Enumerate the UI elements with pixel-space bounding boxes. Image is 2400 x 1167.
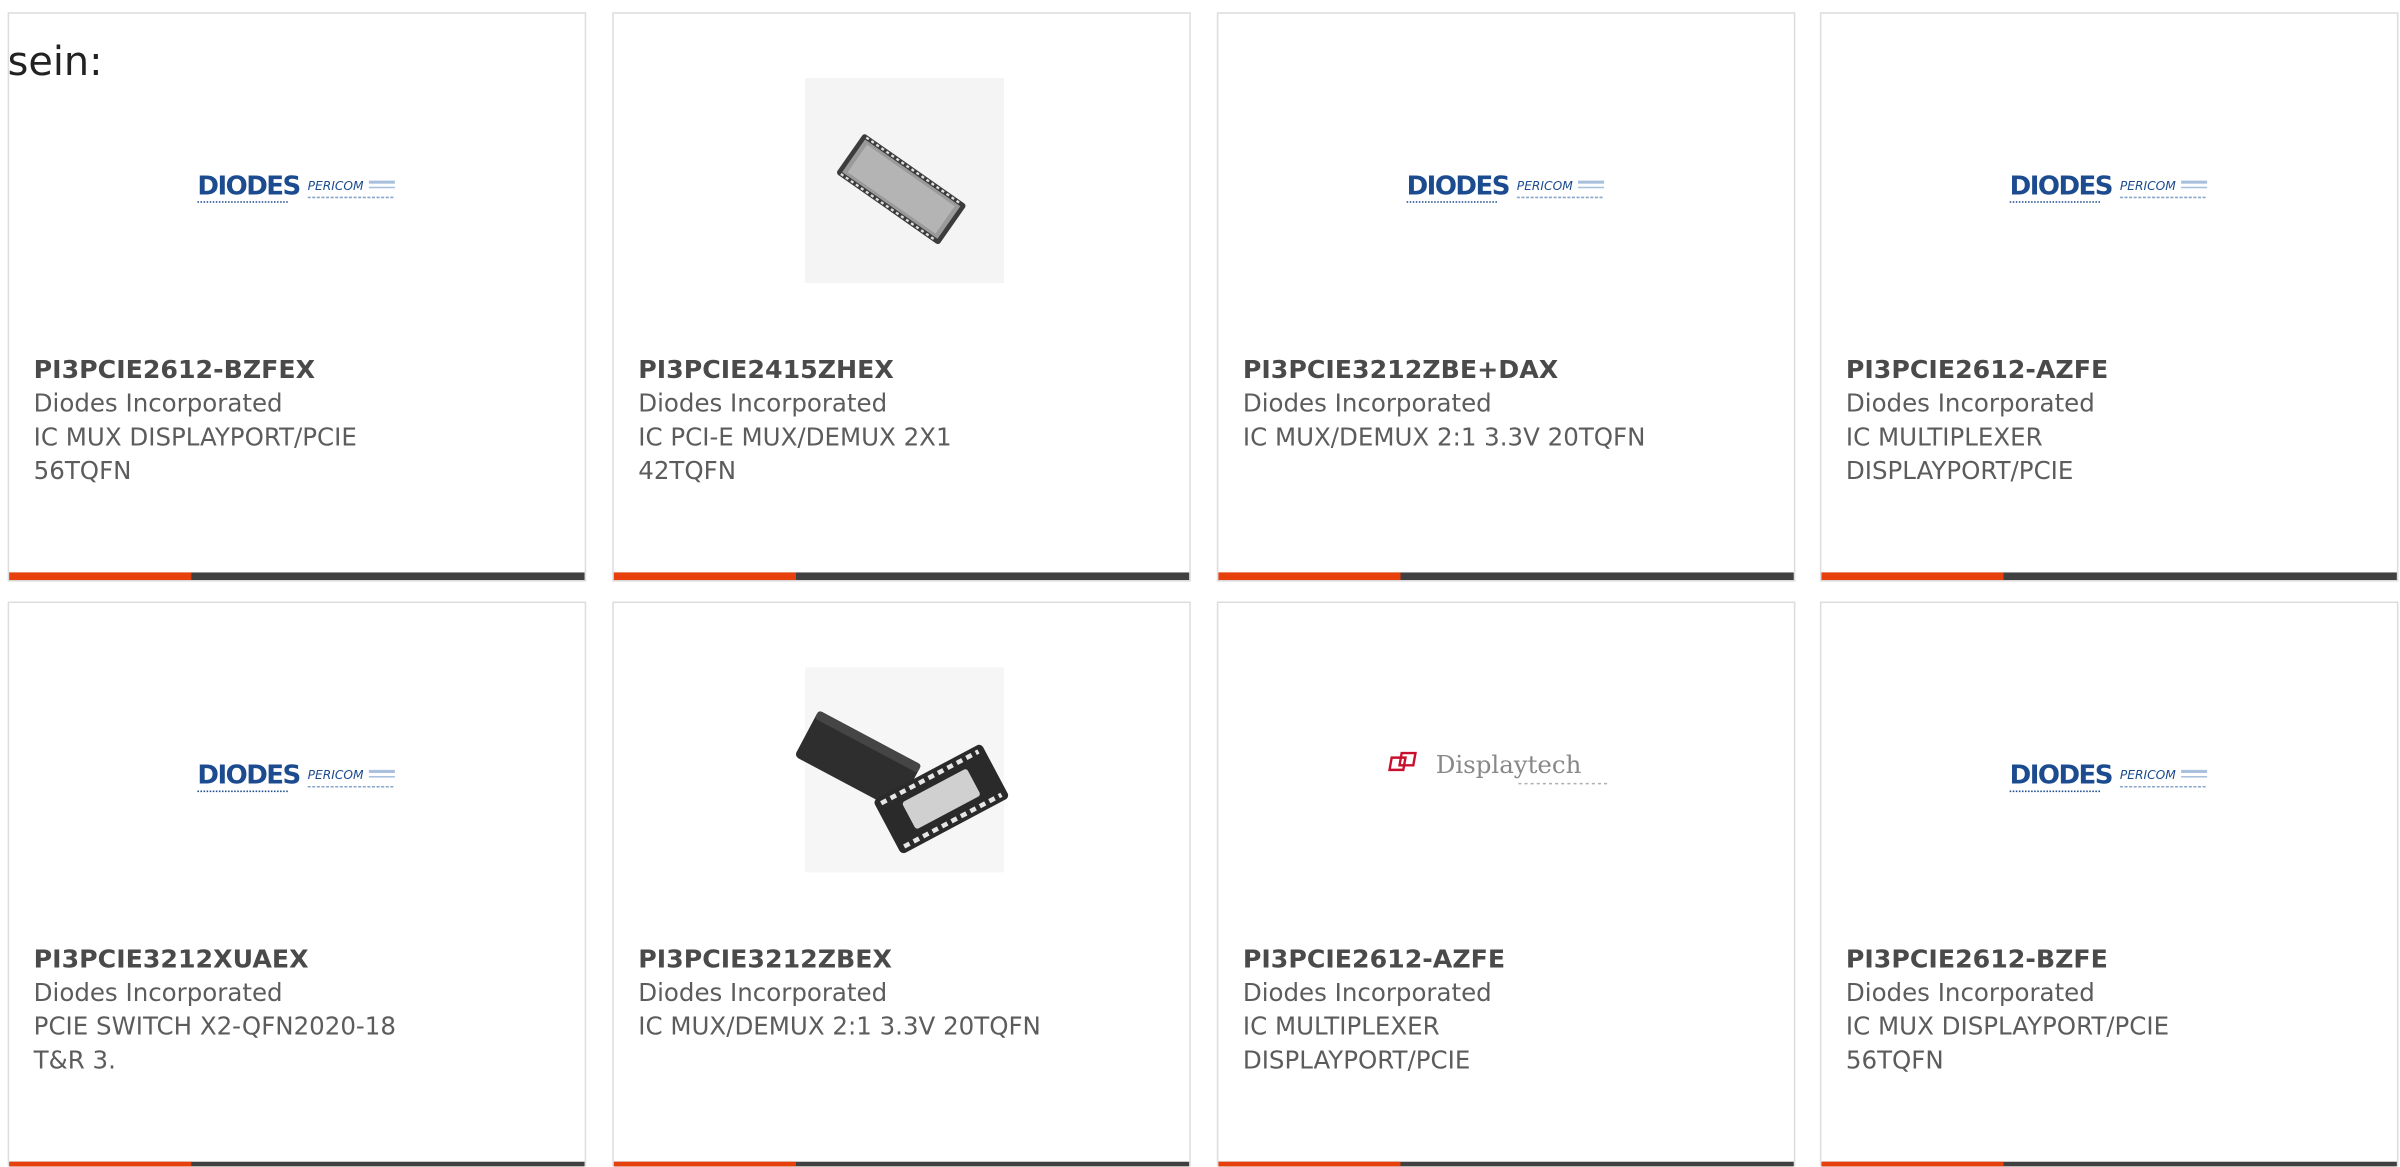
product-info: PI3PCIE2415ZHEX Diodes Incorporated IC P… — [638, 354, 1021, 489]
product-image[interactable]: DIODES PERICOM — [1218, 75, 1794, 289]
chip-long-package-icon — [805, 78, 1005, 284]
product-image[interactable]: DIODES PERICOM — [9, 664, 585, 878]
manufacturer: Diodes Incorporated — [1845, 978, 2095, 1008]
product-info: PI3PCIE2612-AZFE Diodes Incorporated IC … — [1243, 943, 1626, 1078]
product-info: PI3PCIE3212ZBEX Diodes Incorporated IC M… — [638, 943, 1097, 1044]
description: IC MUX/DEMUX 2:1 3.3V 20TQFN — [638, 1011, 1041, 1041]
part-number-link[interactable]: PI3PCIE2415ZHEX — [638, 354, 1021, 388]
displaytech-logo: Displaytech — [1388, 750, 1608, 785]
card-footer-bar — [613, 1161, 1190, 1167]
card-footer-bar — [9, 572, 585, 581]
manufacturer: Diodes Incorporated — [638, 388, 888, 418]
description: IC MUX DISPLAYPORT/PCIE 56TQFN — [1845, 1011, 2170, 1075]
logo-sub-text: PERICOM — [308, 179, 364, 193]
product-card[interactable]: DIODES PERICOM PI3PCIE2612-AZFE Diodes I… — [1819, 12, 2399, 582]
chip-pair-package-icon — [795, 667, 1009, 873]
product-image[interactable]: DIODES PERICOM — [1821, 75, 2397, 289]
product-card[interactable]: PI3PCIE3212ZBEX Diodes Incorporated IC M… — [612, 601, 1191, 1167]
manufacturer: Diodes Incorporated — [1242, 978, 1492, 1008]
diodes-pericom-logo: DIODES PERICOM — [197, 171, 395, 203]
manufacturer: Diodes Incorporated — [33, 388, 283, 418]
manufacturer: Diodes Incorporated — [1242, 388, 1492, 418]
product-image[interactable] — [614, 664, 1190, 878]
product-card[interactable]: DIODES PERICOM PI3PCIE3212XUAEX Diodes I… — [7, 601, 587, 1167]
card-footer-accent — [1218, 1161, 1401, 1167]
diodes-pericom-logo: DIODES PERICOM — [1407, 171, 1605, 203]
description: IC MULTIPLEXER DISPLAYPORT/PCIE — [1242, 1011, 1471, 1075]
logo-main-text: DIODES — [2010, 171, 2112, 201]
part-number-link[interactable]: PI3PCIE2612-BZFEX — [34, 354, 417, 388]
description: PCIE SWITCH X2-QFN2020-18 T&R 3. — [33, 1011, 396, 1075]
card-footer-bar — [613, 572, 1190, 581]
card-footer-accent — [9, 1161, 192, 1167]
manufacturer: Diodes Incorporated — [638, 978, 888, 1008]
card-footer-bar — [1821, 1161, 2397, 1167]
product-image[interactable]: Displaytech — [1218, 664, 1794, 878]
description: IC MUX/DEMUX 2:1 3.3V 20TQFN — [1242, 422, 1646, 452]
part-number-link[interactable]: PI3PCIE3212ZBE+DAX — [1243, 354, 1702, 388]
card-footer-accent — [1821, 1161, 2004, 1167]
product-card[interactable]: PI3PCIE2415ZHEX Diodes Incorporated IC P… — [612, 12, 1191, 582]
card-footer-bar — [1821, 572, 2397, 581]
logo-main-text: DIODES — [2010, 761, 2112, 791]
logo-sub-text: PERICOM — [1517, 179, 1573, 193]
product-info: PI3PCIE3212ZBE+DAX Diodes Incorporated I… — [1243, 354, 1702, 455]
product-info: PI3PCIE2612-AZFE Diodes Incorporated IC … — [1846, 354, 2229, 489]
manufacturer: Diodes Incorporated — [33, 978, 283, 1008]
diodes-pericom-logo: DIODES PERICOM — [197, 761, 395, 793]
logo-sub-text: PERICOM — [308, 768, 364, 782]
part-number-link[interactable]: PI3PCIE2612-BZFE — [1846, 943, 2229, 977]
card-footer-accent — [613, 572, 796, 581]
logo-main-text: DIODES — [1407, 171, 1509, 201]
product-card[interactable]: Displaytech PI3PCIE2612-AZFE Diodes Inco… — [1216, 601, 1796, 1167]
product-info: PI3PCIE2612-BZFE Diodes Incorporated IC … — [1846, 943, 2229, 1078]
description: IC MULTIPLEXER DISPLAYPORT/PCIE — [1845, 422, 2074, 486]
description: IC PCI-E MUX/DEMUX 2X1 42TQFN — [638, 422, 952, 486]
manufacturer: Diodes Incorporated — [1845, 388, 2095, 418]
part-number-link[interactable]: PI3PCIE2612-AZFE — [1846, 354, 2229, 388]
description: IC MUX DISPLAYPORT/PCIE 56TQFN — [33, 422, 357, 486]
card-footer-bar — [1218, 1161, 1794, 1167]
card-footer-bar — [9, 1161, 585, 1167]
intro-text: sein: — [7, 39, 103, 86]
logo-sub-text: PERICOM — [2120, 768, 2176, 782]
card-footer-accent — [1218, 572, 1401, 581]
logo-main-text: DIODES — [197, 171, 299, 201]
logo-sub-text: PERICOM — [2120, 179, 2176, 193]
part-number-link[interactable]: PI3PCIE2612-AZFE — [1243, 943, 1626, 977]
diodes-pericom-logo: DIODES PERICOM — [2010, 171, 2208, 203]
product-info: PI3PCIE2612-BZFEX Diodes Incorporated IC… — [34, 354, 417, 489]
product-grid-page: sein: DIODES PERICOM PI3PCIE2612-BZFEX D… — [0, 0, 2400, 1167]
product-image[interactable] — [614, 75, 1190, 289]
part-number-link[interactable]: PI3PCIE3212XUAEX — [34, 943, 417, 977]
card-footer-bar — [1218, 572, 1794, 581]
product-image[interactable]: DIODES PERICOM — [1821, 664, 2397, 878]
product-image[interactable]: DIODES PERICOM — [9, 75, 585, 289]
diodes-pericom-logo: DIODES PERICOM — [2010, 761, 2208, 793]
part-number-link[interactable]: PI3PCIE3212ZBEX — [638, 943, 1097, 977]
product-card[interactable]: DIODES PERICOM PI3PCIE3212ZBE+DAX Diodes… — [1216, 12, 1796, 582]
card-footer-accent — [1821, 572, 2004, 581]
product-card[interactable]: DIODES PERICOM PI3PCIE2612-BZFE Diodes I… — [1819, 601, 2399, 1167]
product-info: PI3PCIE3212XUAEX Diodes Incorporated PCI… — [34, 943, 417, 1078]
logo-main-text: DIODES — [197, 761, 299, 791]
card-footer-accent — [613, 1161, 796, 1167]
logo-main-text: Displaytech — [1436, 750, 1582, 779]
card-footer-accent — [9, 572, 192, 581]
product-card[interactable]: DIODES PERICOM PI3PCIE2612-BZFEX Diodes … — [7, 12, 587, 582]
